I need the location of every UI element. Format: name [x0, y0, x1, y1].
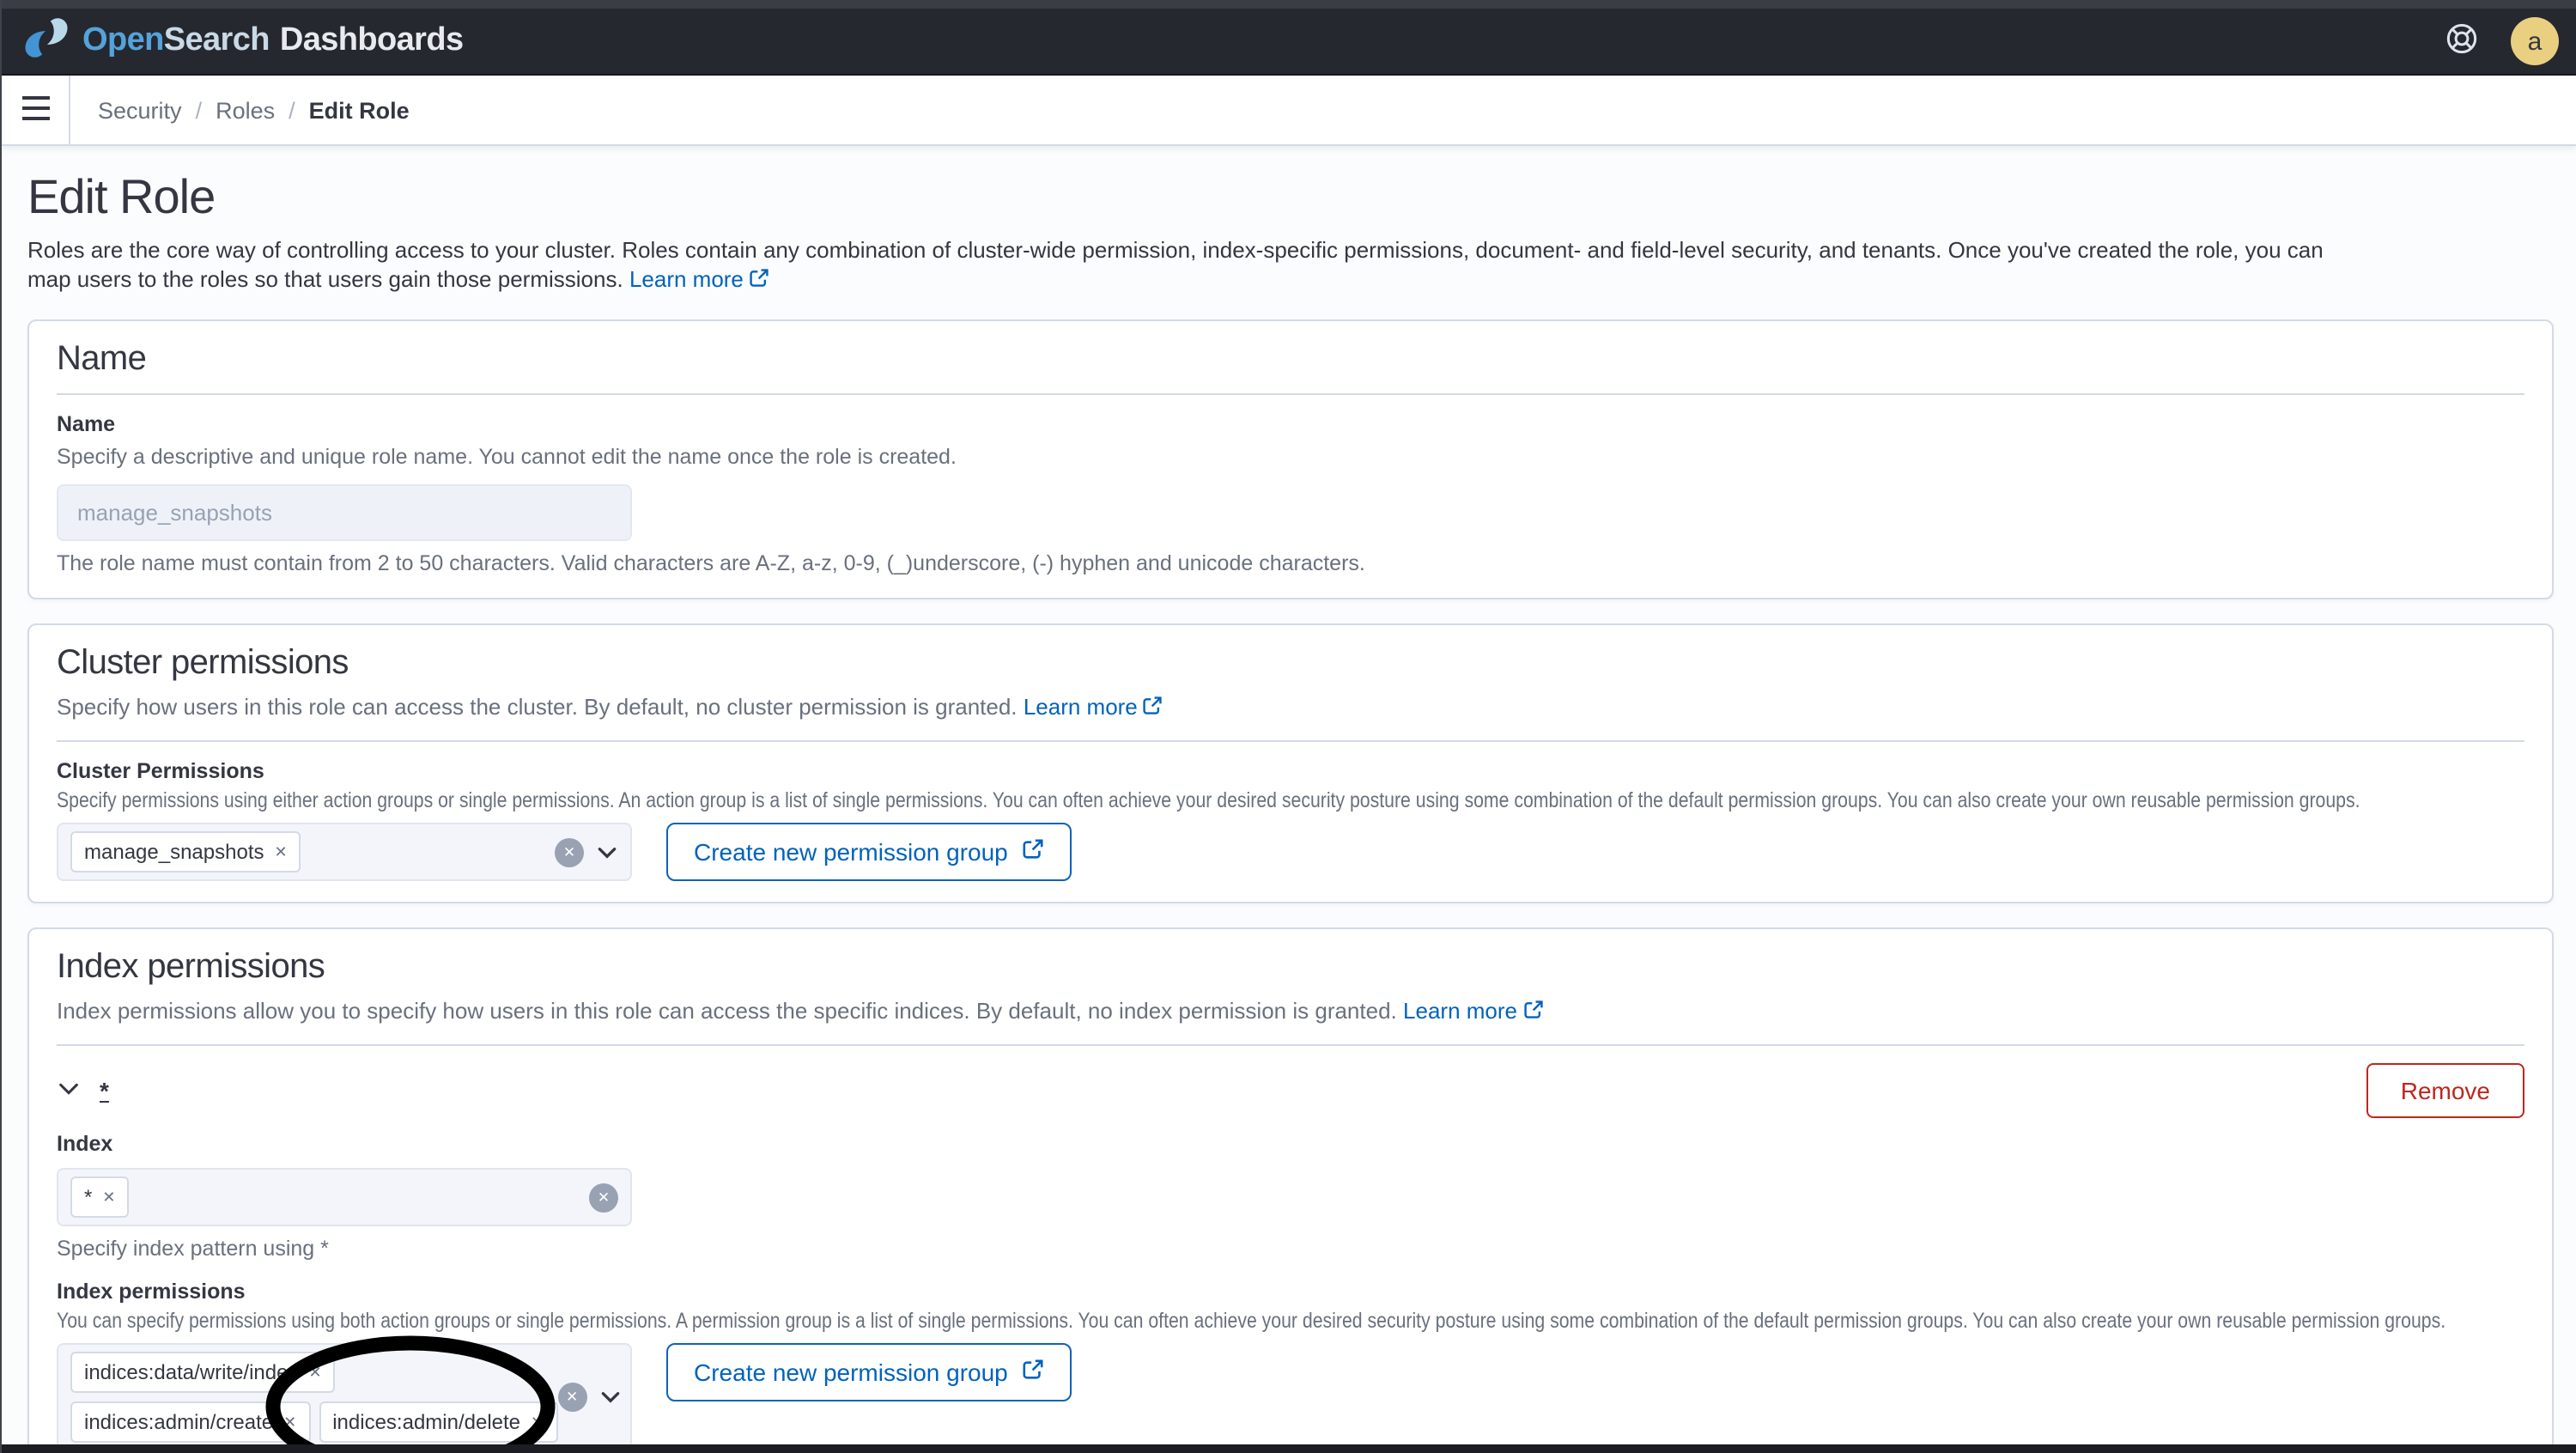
name-panel: Name Name Specify a descriptive and uniq…	[27, 319, 2554, 599]
name-field-hint: The role name must contain from 2 to 50 …	[57, 551, 1365, 575]
opensearch-dashboards-window: OpenSearch Dashboards a Security / Roles…	[0, 0, 2576, 1453]
clear-icon[interactable]: ✕	[555, 837, 584, 866]
cluster-permissions-help: Specify permissions using either action …	[57, 788, 2360, 812]
breadcrumb-separator: /	[195, 97, 203, 123]
external-link-icon	[1022, 1359, 1044, 1386]
index-pattern-tag: * ✕	[70, 1176, 130, 1218]
create-permission-group-button[interactable]: Create new permission group	[666, 1343, 1072, 1401]
clear-icon[interactable]: ✕	[589, 1182, 618, 1212]
clear-icon[interactable]: ✕	[557, 1383, 587, 1412]
breadcrumb-current: Edit Role	[308, 97, 410, 123]
accordion-toggle[interactable]: *	[57, 1076, 109, 1105]
breadcrumb: Security / Roles / Edit Role	[70, 97, 410, 123]
external-link-icon	[1143, 696, 1163, 723]
remove-button[interactable]: Remove	[2366, 1063, 2524, 1118]
tag-remove-icon[interactable]: ✕	[102, 1189, 115, 1205]
cluster-permissions-label: Cluster Permissions	[57, 759, 264, 783]
breadcrumb-bar: Security / Roles / Edit Role	[2, 75, 2576, 146]
index-field: Index * ✕ ✕ Specify index pattern using …	[57, 1132, 2524, 1262]
accordion-title[interactable]: *	[100, 1077, 109, 1104]
app-header: OpenSearch Dashboards a	[2, 9, 2576, 76]
page-title: Edit Role	[27, 170, 216, 223]
panel-divider	[57, 393, 2524, 395]
index-pattern-combobox[interactable]: * ✕ ✕	[57, 1168, 632, 1226]
index-permissions-combobox[interactable]: indices:data/write/index ✕ indices:admin…	[57, 1343, 632, 1451]
panel-divider	[57, 1044, 2524, 1046]
cluster-permissions-panel: Cluster permissions Specify how users in…	[27, 623, 2554, 903]
index-permissions-label: Index permissions	[57, 1280, 246, 1304]
index-permission-accordion: * Remove	[57, 1063, 2524, 1118]
page-description-line1: Roles are the core way of controlling ac…	[27, 237, 2324, 263]
panel-divider	[57, 740, 2524, 742]
index-panel-description: Index permissions allow you to specify h…	[57, 998, 2524, 1027]
external-link-icon	[1022, 838, 1044, 866]
index-permissions-panel: Index permissions Index permissions allo…	[27, 927, 2554, 1453]
window-bottom-strip	[2, 1444, 2576, 1453]
help-menu-button[interactable]	[2439, 19, 2483, 64]
tag-remove-icon[interactable]: ✕	[531, 1413, 544, 1430]
cluster-permissions-row: manage_snapshots ✕ ✕ Create new permissi…	[57, 823, 2524, 881]
index-label: Index	[57, 1132, 113, 1156]
page-description: Roles are the core way of controlling ac…	[2, 235, 2576, 295]
hamburger-icon	[20, 95, 51, 125]
index-row: * ✕ ✕	[57, 1168, 2524, 1226]
avatar-letter: a	[2527, 27, 2543, 56]
index-permissions-help: You can specify permissions using both a…	[57, 1309, 2446, 1333]
index-permissions-field: Index permissions You can specify permis…	[57, 1280, 2524, 1453]
cluster-permissions-combobox[interactable]: manage_snapshots ✕ ✕	[57, 823, 632, 881]
learn-more-link[interactable]: Learn more	[629, 266, 769, 292]
permission-tag: indices:admin/create ✕	[70, 1401, 311, 1443]
learn-more-link[interactable]: Learn more	[1403, 998, 1543, 1024]
index-permissions-row: indices:data/write/index ✕ indices:admin…	[57, 1335, 2524, 1453]
header-actions: a	[2439, 17, 2559, 65]
permission-tag: manage_snapshots ✕	[70, 831, 301, 872]
external-link-icon	[1522, 1000, 1543, 1027]
page-description-line2: map users to the roles so that users gai…	[27, 264, 2550, 295]
breadcrumb-security[interactable]: Security	[98, 97, 182, 123]
name-panel-title: Name	[57, 340, 147, 378]
tag-remove-icon[interactable]: ✕	[283, 1413, 296, 1430]
opensearch-logo[interactable]: OpenSearch Dashboards	[22, 13, 464, 70]
index-panel-title: Index permissions	[57, 948, 325, 986]
name-field-help: Specify a descriptive and unique role na…	[57, 445, 957, 469]
role-name-input	[57, 484, 632, 541]
create-permission-group-button[interactable]: Create new permission group	[666, 823, 1072, 881]
user-avatar[interactable]: a	[2511, 17, 2559, 65]
tag-remove-icon[interactable]: ✕	[308, 1364, 321, 1380]
external-link-icon	[749, 266, 769, 295]
page-content: Edit Role Roles are the core way of cont…	[2, 146, 2576, 1453]
cluster-panel-description: Specify how users in this role can acces…	[57, 694, 2524, 723]
name-field-label: Name	[57, 412, 116, 436]
chevron-down-icon[interactable]	[598, 1386, 621, 1408]
breadcrumb-separator: /	[289, 97, 295, 123]
app-title: OpenSearch Dashboards	[82, 22, 464, 58]
breadcrumb-roles[interactable]: Roles	[216, 97, 275, 123]
index-pattern-hint: Specify index pattern using *	[57, 1237, 329, 1261]
help-icon	[2443, 21, 2479, 62]
chevron-down-icon[interactable]	[596, 841, 618, 863]
tag-remove-icon[interactable]: ✕	[275, 843, 288, 860]
learn-more-link[interactable]: Learn more	[1024, 694, 1163, 720]
nav-menu-button[interactable]	[2, 75, 70, 145]
permission-tag-highlighted: indices:admin/delete ✕	[319, 1401, 558, 1443]
opensearch-logo-icon	[22, 13, 70, 70]
accordion-chevron-icon	[57, 1076, 81, 1105]
permission-tag: indices:data/write/index ✕	[70, 1352, 336, 1393]
window-top-strip	[2, 0, 2576, 9]
cluster-panel-title: Cluster permissions	[57, 644, 349, 682]
